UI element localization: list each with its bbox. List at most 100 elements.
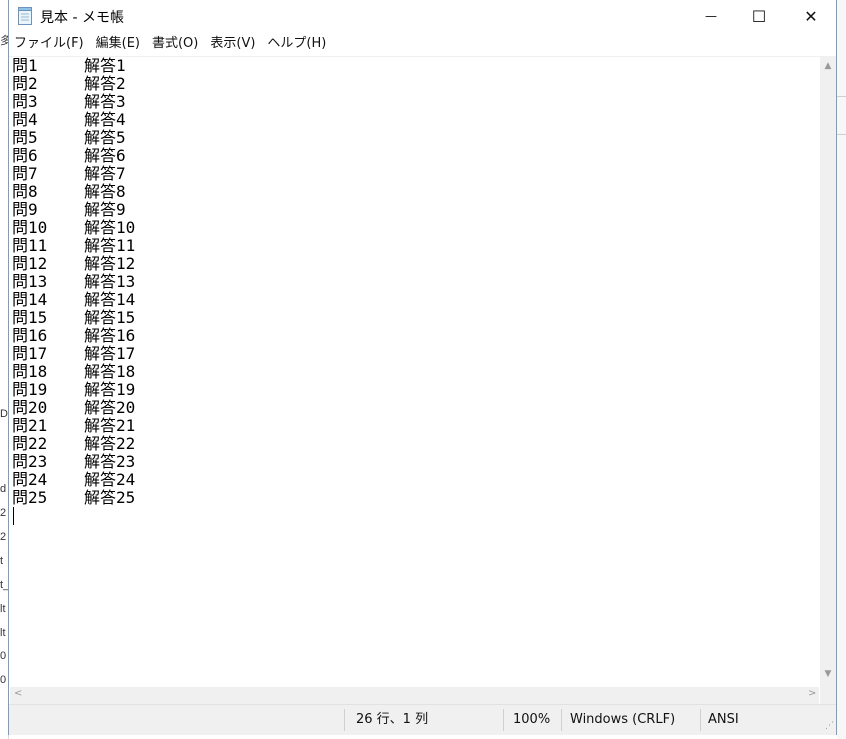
answer-text: 解答4 xyxy=(84,110,126,129)
background-text-fragment: 0 xyxy=(0,674,7,686)
answer-text: 解答23 xyxy=(84,452,136,471)
background-text-fragment: t xyxy=(0,555,4,567)
text-line: 問15 解答15 xyxy=(12,309,135,327)
background-text-fragment: 2 xyxy=(0,531,7,543)
menu-format[interactable]: 書式(O) xyxy=(147,32,205,56)
question-text: 問25 xyxy=(12,488,48,507)
status-line-ending: Windows (CRLF) xyxy=(570,712,676,727)
answer-text: 解答6 xyxy=(84,146,126,165)
text-line: 問2 解答2 xyxy=(12,75,135,93)
question-text: 問5 xyxy=(12,128,38,147)
background-text-fragment: d xyxy=(0,483,7,495)
menu-edit[interactable]: 編集(E) xyxy=(91,32,147,56)
status-encoding: ANSI xyxy=(708,712,739,727)
text-line: 問25 解答25 xyxy=(12,489,135,507)
question-text: 問4 xyxy=(12,110,38,129)
vertical-scrollbar[interactable]: ▲ ▼ xyxy=(820,57,836,687)
window-title: 見本 - メモ帳 xyxy=(40,10,124,26)
close-icon: ✕ xyxy=(804,6,818,26)
scroll-down-icon[interactable]: ▼ xyxy=(820,669,836,679)
text-line: 問18 解答18 xyxy=(12,363,135,381)
answer-text: 解答1 xyxy=(84,57,126,75)
answer-text: 解答25 xyxy=(84,488,136,507)
notepad-window: 見本 - メモ帳 — ☐ ✕ ファイル(F) 編集(E) 書式(O) 表示(V)… xyxy=(8,0,837,735)
question-text: 問9 xyxy=(12,200,38,219)
text-line: 問13 解答13 xyxy=(12,273,135,291)
notepad-icon xyxy=(18,7,32,25)
question-text: 問15 xyxy=(12,308,48,327)
question-text: 問3 xyxy=(12,92,38,111)
question-text: 問14 xyxy=(12,290,48,309)
menu-help[interactable]: ヘルプ(H) xyxy=(262,32,333,56)
question-text: 問6 xyxy=(12,146,38,165)
text-editor[interactable]: 問1 解答1 問2 解答2 問3 解答3 問4 解答4 問5 解答5 問6 解答6 問7 解答7 問8 解答8… xyxy=(10,57,819,687)
text-line: 問16 解答16 xyxy=(12,327,135,345)
text-line: 問19 解答19 xyxy=(12,381,135,399)
question-text: 問7 xyxy=(12,164,38,183)
status-zoom: 100% xyxy=(513,712,551,727)
question-text: 問24 xyxy=(12,470,48,489)
scroll-right-icon[interactable]: > xyxy=(808,688,816,699)
scroll-up-icon[interactable]: ▲ xyxy=(820,61,836,71)
title-bar[interactable]: 見本 - メモ帳 — ☐ ✕ xyxy=(9,0,836,32)
answer-text: 解答16 xyxy=(84,326,136,345)
answer-text: 解答22 xyxy=(84,434,136,453)
answer-text: 解答21 xyxy=(84,416,136,435)
answer-text: 解答2 xyxy=(84,74,126,93)
text-line: 問9 解答9 xyxy=(12,201,135,219)
question-text: 問18 xyxy=(12,362,48,381)
answer-text: 解答9 xyxy=(84,200,126,219)
answer-text: 解答5 xyxy=(84,128,126,147)
question-text: 問17 xyxy=(12,344,48,363)
question-text: 問21 xyxy=(12,416,48,435)
answer-text: 解答20 xyxy=(84,398,136,417)
answer-text: 解答15 xyxy=(84,308,136,327)
question-text: 問11 xyxy=(12,236,48,255)
status-separator xyxy=(700,709,701,731)
status-separator xyxy=(561,709,562,731)
answer-text: 解答24 xyxy=(84,470,136,489)
menu-bar: ファイル(F) 編集(E) 書式(O) 表示(V) ヘルプ(H) xyxy=(9,32,836,57)
text-line: 問8 解答8 xyxy=(12,183,135,201)
question-text: 問23 xyxy=(12,452,48,471)
answer-text: 解答3 xyxy=(84,92,126,111)
text-line: 問7 解答7 xyxy=(12,165,135,183)
text-line: 問14 解答14 xyxy=(12,291,135,309)
question-text: 問8 xyxy=(12,182,38,201)
close-button[interactable]: ✕ xyxy=(788,0,834,32)
minimize-button[interactable]: — xyxy=(688,0,734,32)
text-line: 問5 解答5 xyxy=(12,129,135,147)
text-line: 問12 解答12 xyxy=(12,255,135,273)
answer-text: 解答10 xyxy=(84,218,136,237)
text-line: 問17 解答17 xyxy=(12,345,135,363)
maximize-button[interactable]: ☐ xyxy=(736,0,782,32)
scrollbar-corner xyxy=(820,687,836,704)
answer-text: 解答7 xyxy=(84,164,126,183)
document-text: 問1 解答1 問2 解答2 問3 解答3 問4 解答4 問5 解答5 問6 解答6 問7 解答7 問8 解答8… xyxy=(12,57,135,507)
question-text: 問20 xyxy=(12,398,48,417)
question-text: 問19 xyxy=(12,380,48,399)
horizontal-scrollbar[interactable]: < > xyxy=(10,687,819,704)
menu-file[interactable]: ファイル(F) xyxy=(9,32,91,56)
question-text: 問12 xyxy=(12,254,48,273)
minimize-icon: — xyxy=(705,9,717,23)
background-text-fragment: lt xyxy=(0,603,6,615)
answer-text: 解答11 xyxy=(84,236,136,255)
background-text-fragment: 2 xyxy=(0,507,7,519)
scroll-left-icon[interactable]: < xyxy=(14,688,22,699)
text-line: 問22 解答22 xyxy=(12,435,135,453)
background-text-fragment: 0 xyxy=(0,650,7,662)
status-separator xyxy=(344,709,345,731)
status-separator xyxy=(503,709,504,731)
answer-text: 解答17 xyxy=(84,344,136,363)
answer-text: 解答8 xyxy=(84,182,126,201)
question-text: 問16 xyxy=(12,326,48,345)
background-text-fragment: lt xyxy=(0,627,6,639)
question-text: 問2 xyxy=(12,74,38,93)
menu-view[interactable]: 表示(V) xyxy=(205,32,262,56)
text-line: 問24 解答24 xyxy=(12,471,135,489)
text-line: 問1 解答1 xyxy=(12,57,135,75)
resize-grip-icon[interactable]: ⋰ xyxy=(825,721,834,731)
text-line: 問20 解答20 xyxy=(12,399,135,417)
text-line: 問6 解答6 xyxy=(12,147,135,165)
